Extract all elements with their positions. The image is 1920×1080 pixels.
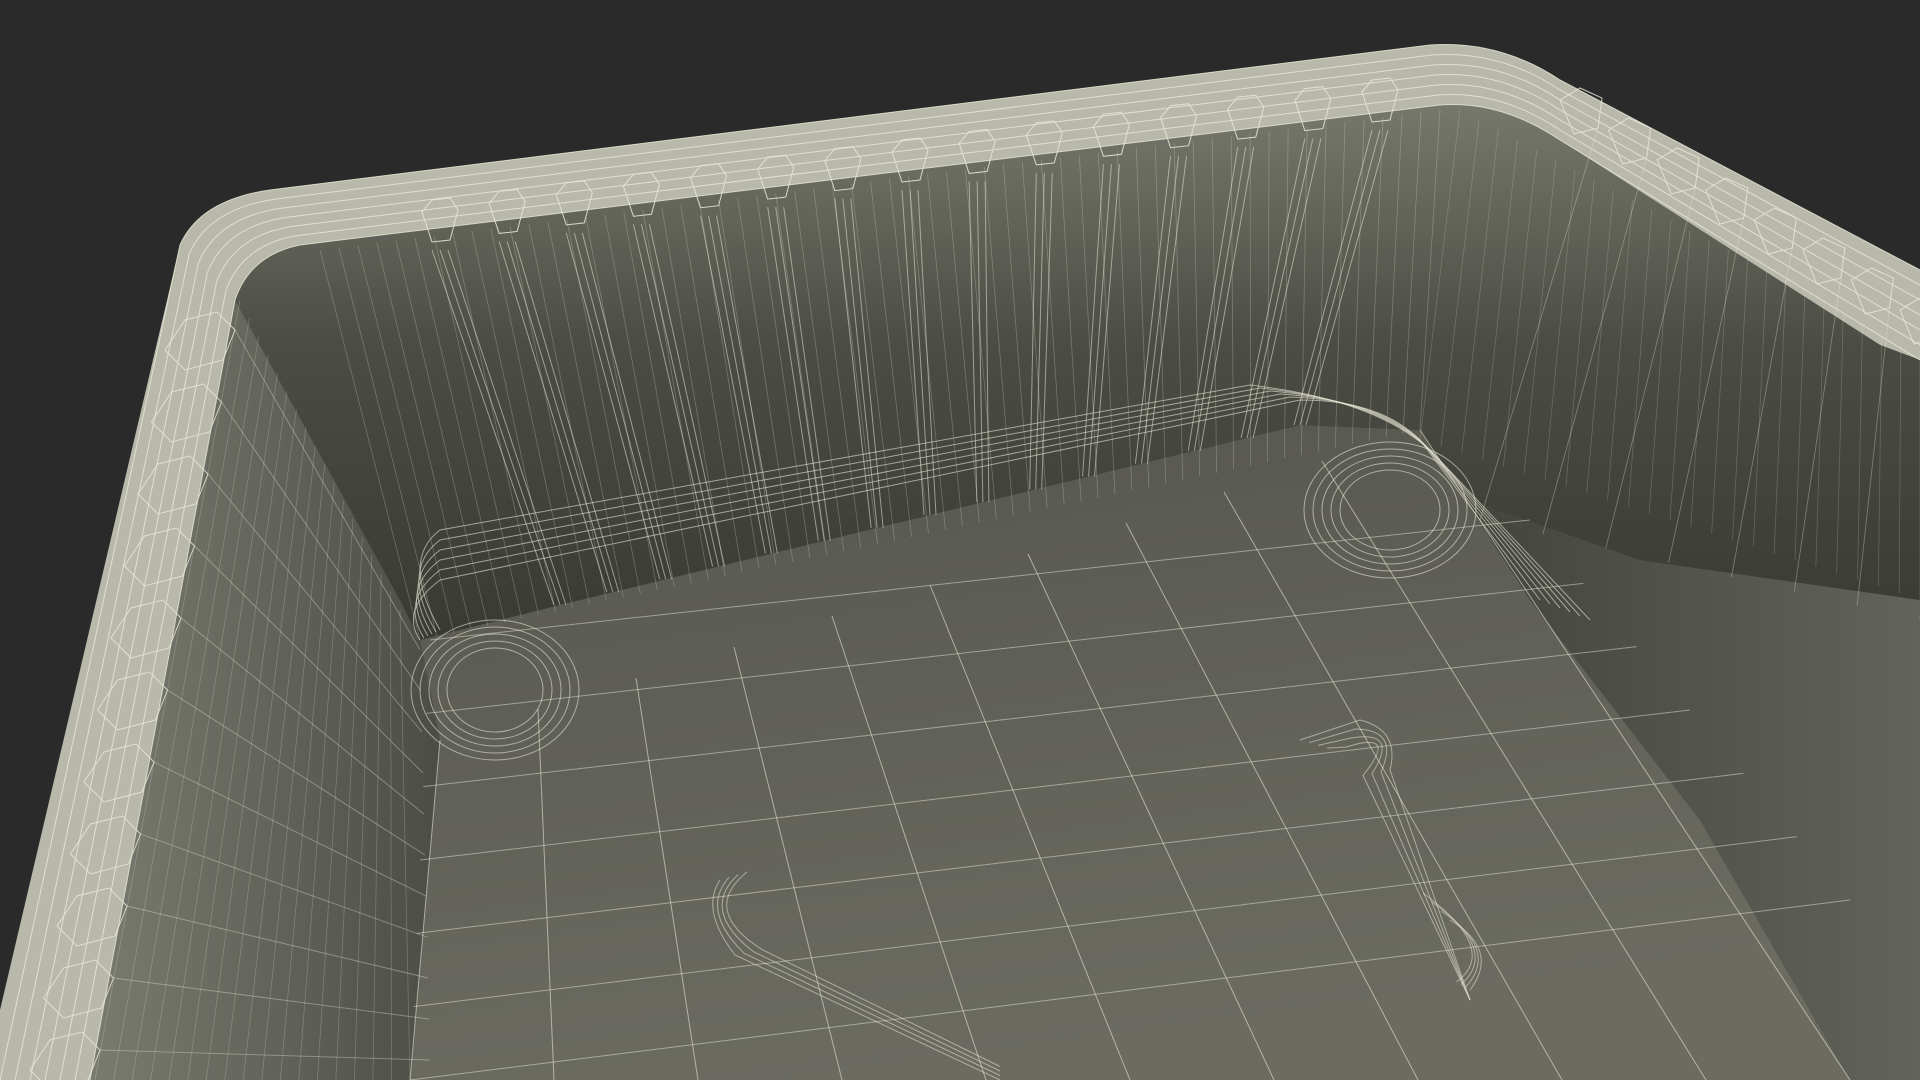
3d-viewport [0, 0, 1920, 1080]
wireframe-tray-render [0, 0, 1920, 1080]
